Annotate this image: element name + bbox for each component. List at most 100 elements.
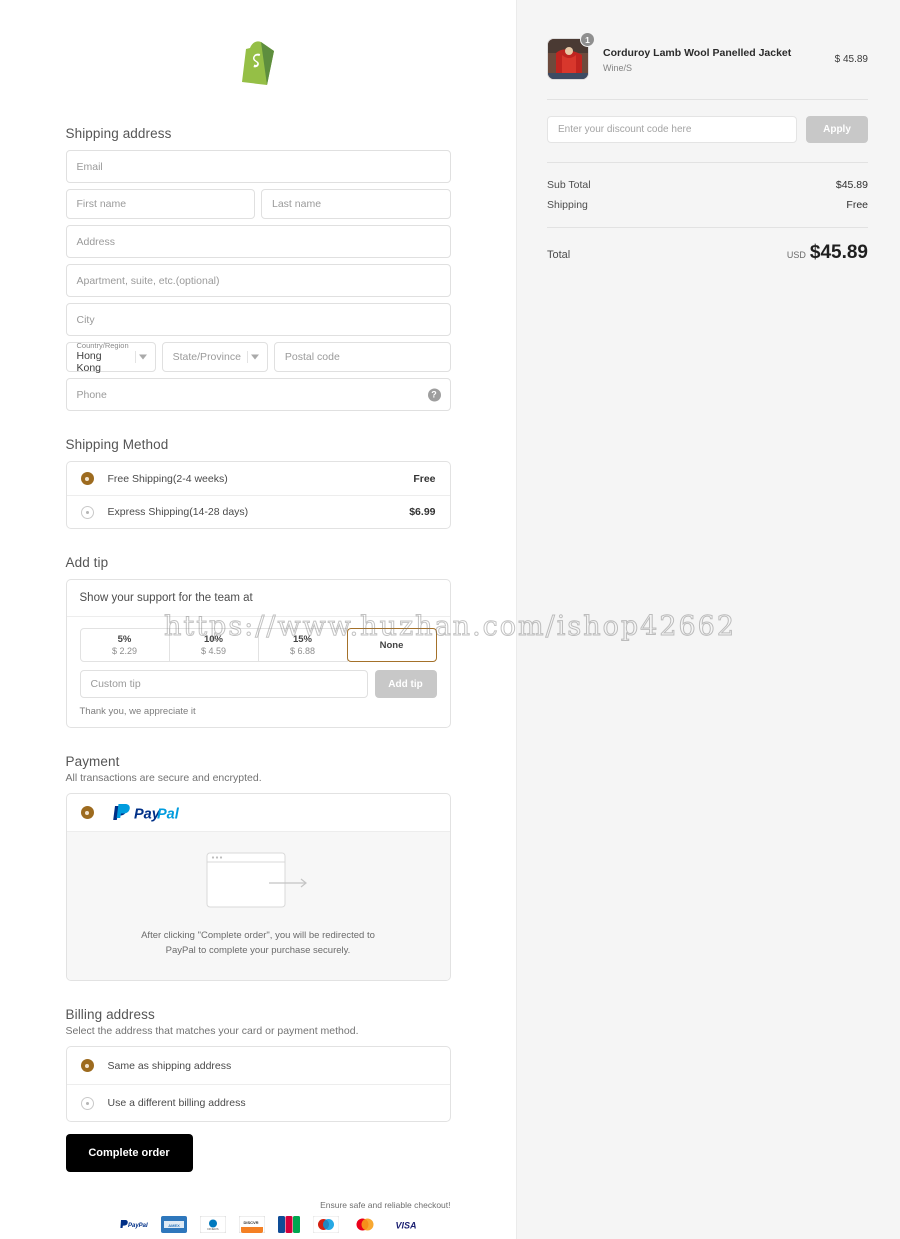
last-name-field[interactable]: Last name [261, 189, 451, 219]
address-placeholder: Address [76, 235, 116, 248]
total-value: $45.89 [809, 242, 868, 263]
tip-amount: $ 2.29 [111, 645, 138, 656]
email-field[interactable]: Email [65, 150, 451, 183]
radio-unselected-icon[interactable] [80, 505, 94, 519]
checkout-page: Shipping address Email First name Last n… [0, 0, 900, 1239]
chevron-down-icon [138, 354, 147, 360]
paypal-icon: PayPal [119, 1220, 148, 1229]
summary-divider [547, 227, 868, 228]
complete-order-button[interactable]: Complete order [65, 1134, 193, 1172]
state-province-select[interactable]: State/Province [161, 342, 268, 372]
paypal-option-row[interactable]: Pay Pal [66, 794, 450, 832]
tip-option-15[interactable]: 15% $ 6.88 [257, 628, 348, 662]
tip-percent: 5% [117, 633, 132, 645]
question-mark-icon[interactable]: ? [427, 388, 441, 401]
billing-option-different[interactable]: Use a different billing address [66, 1084, 450, 1121]
tip-percent: None [379, 639, 404, 651]
product-name: Corduroy Lamb Wool Panelled Jacket [603, 46, 792, 59]
svg-text:VISA: VISA [395, 1221, 416, 1231]
billing-option-label: Same as shipping address [107, 1059, 232, 1072]
subtotal-value: $45.89 [835, 179, 868, 191]
product-variant: Wine/S [603, 62, 633, 73]
radio-unselected-icon[interactable] [80, 1096, 94, 1110]
order-summary-column: 1 Corduroy Lamb Wool Panelled Jacket Win… [516, 0, 900, 1239]
tip-amount: $ 6.88 [289, 645, 316, 656]
total-amount-wrap: USD $45.89 [787, 242, 868, 264]
redirect-illustration [67, 852, 450, 914]
checkout-form-column: Shipping address Email First name Last n… [0, 0, 516, 1239]
tip-option-none[interactable]: None [346, 628, 437, 662]
discover-icon: DISCVR [238, 1216, 265, 1233]
shipping-option-express[interactable]: Express Shipping(14-28 days) $6.99 [66, 495, 450, 528]
shipping-value: Free [846, 199, 868, 211]
maestro-icon [312, 1216, 339, 1233]
order-line-item: 1 Corduroy Lamb Wool Panelled Jacket Win… [547, 32, 868, 80]
apartment-field[interactable]: Apartment, suite, etc.(optional) [65, 264, 451, 297]
paypal-redirect-note: After clicking "Complete order", you wil… [141, 930, 375, 956]
total-label: Total [547, 249, 571, 261]
chevron-down-icon [250, 354, 259, 360]
shipping-method-card: Free Shipping(2-4 weeks) Free Express Sh… [65, 461, 451, 529]
postal-code-placeholder: Postal code [284, 351, 340, 363]
radio-selected-icon[interactable] [80, 1059, 94, 1072]
payment-method-icons: PayPal AMEX DINERS DISCVR VISA [66, 1216, 451, 1233]
amex-icon: AMEX [160, 1216, 187, 1233]
add-tip-button[interactable]: Add tip [374, 670, 437, 698]
tip-option-5[interactable]: 5% $ 2.29 [79, 628, 170, 662]
product-thumbnail-wrap: 1 [547, 32, 595, 80]
country-region-select[interactable]: Country/Region Hong Kong [65, 341, 156, 374]
select-divider [134, 351, 136, 363]
shipping-option-label: Free Shipping(2-4 weeks) [107, 472, 228, 485]
apartment-placeholder: Apartment, suite, etc.(optional) [76, 274, 220, 287]
discount-row: Enter your discount code here Apply [547, 116, 868, 143]
shipping-option-price: $6.99 [409, 506, 436, 518]
shipping-option-price: Free [413, 472, 436, 485]
product-price: $ 45.89 [834, 53, 868, 65]
jcb-icon [277, 1216, 300, 1233]
billing-option-same[interactable]: Same as shipping address [67, 1047, 450, 1084]
billing-address-subtitle: Select the address that matches your car… [65, 1025, 359, 1037]
shipping-method-title: Shipping Method [65, 437, 169, 452]
tip-option-10[interactable]: 10% $ 4.59 [168, 628, 259, 662]
billing-option-label: Use a different billing address [107, 1097, 246, 1109]
phone-field[interactable]: Phone ? [65, 378, 451, 411]
tip-heading: Show your support for the team at [66, 580, 450, 617]
name-row: First name Last name [65, 189, 451, 219]
address-field[interactable]: Address [65, 225, 451, 258]
quantity-badge: 1 [580, 32, 595, 47]
svg-text:Pal: Pal [157, 806, 180, 822]
radio-selected-icon[interactable] [80, 472, 94, 485]
mastercard-icon [351, 1216, 378, 1233]
discount-code-input[interactable]: Enter your discount code here [547, 116, 797, 143]
radio-selected-icon[interactable] [80, 806, 94, 819]
postal-code-field[interactable]: Postal code [273, 342, 451, 372]
grand-total-row: Total USD $45.89 [547, 242, 868, 264]
first-name-placeholder: First name [76, 198, 127, 210]
total-currency: USD [786, 250, 806, 260]
custom-tip-input[interactable]: Custom tip [79, 670, 368, 698]
summary-divider [547, 99, 868, 100]
shipping-label: Shipping [547, 199, 588, 211]
store-logo [66, 38, 451, 86]
paypal-icon: Pay Pal [110, 803, 184, 823]
city-field[interactable]: City [65, 303, 451, 336]
custom-tip-row: Custom tip Add tip [79, 670, 437, 698]
svg-text:DISCVR: DISCVR [243, 1220, 258, 1225]
svg-text:AMEX: AMEX [168, 1223, 180, 1228]
shipping-option-label: Express Shipping(14-28 days) [107, 506, 249, 518]
shipping-option-free[interactable]: Free Shipping(2-4 weeks) Free [67, 462, 450, 495]
apply-discount-button[interactable]: Apply [806, 116, 868, 143]
shipping-address-title: Shipping address [65, 126, 172, 141]
payment-title: Payment [65, 754, 120, 769]
paypal-redirect-body: After clicking "Complete order", you wil… [66, 832, 450, 980]
tip-percent: 15% [292, 633, 312, 645]
visa-icon: VISA [390, 1216, 421, 1233]
add-tip-title: Add tip [65, 555, 109, 570]
first-name-field[interactable]: First name [65, 189, 255, 219]
tip-percent: 10% [203, 633, 223, 645]
summary-divider [547, 162, 868, 163]
state-province-placeholder: State/Province [172, 351, 241, 363]
billing-address-title: Billing address [65, 1007, 155, 1022]
country-region-value: Hong Kong [76, 349, 102, 374]
custom-tip-placeholder: Custom tip [90, 678, 141, 690]
